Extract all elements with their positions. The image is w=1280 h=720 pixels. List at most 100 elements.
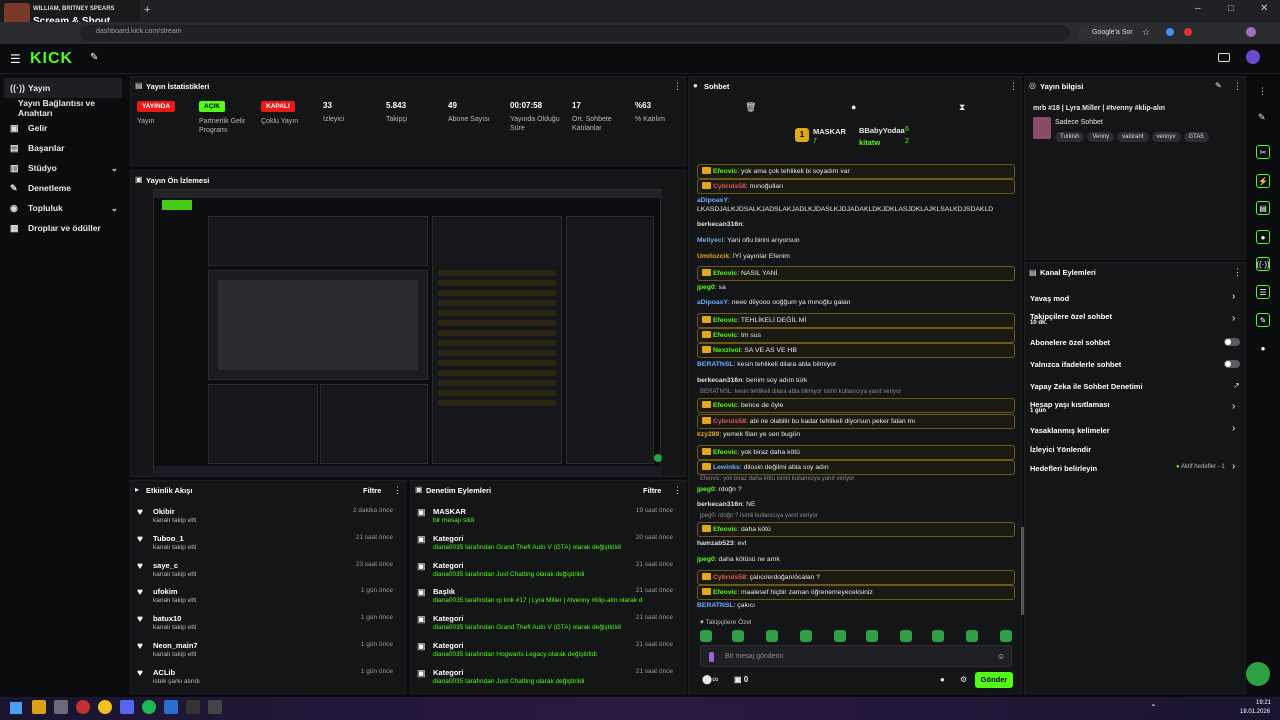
chat-username[interactable]: BERATNSL — [697, 361, 734, 368]
chat-username[interactable]: Efeovic — [713, 526, 737, 533]
emoji-icon[interactable]: ☺ — [997, 652, 1005, 661]
chat-message[interactable]: jpeg0: daha kötüsü ne amk — [697, 555, 1015, 564]
discord-icon[interactable] — [120, 700, 134, 714]
slow-mode[interactable]: Yavaş mod — [1030, 294, 1240, 303]
explorer-icon[interactable] — [32, 700, 46, 714]
chat-message[interactable]: BERATNSL: çakıcı — [697, 601, 1015, 610]
emote-icon[interactable] — [1000, 630, 1012, 642]
chat-username[interactable]: aDipoaxY — [697, 299, 728, 306]
more-icon[interactable]: ⋮ — [1233, 267, 1242, 278]
chevron-right-icon[interactable]: › — [1232, 423, 1235, 434]
chat-message[interactable]: BERATNSL: kesin tehlikeli dilara abla bi… — [697, 360, 1015, 369]
chat-username[interactable]: Cybruls58 — [713, 183, 746, 190]
chat-message[interactable]: Efeovic: TEHLİKELİ DEĞİL Mİ — [697, 313, 1015, 328]
chrome-icon[interactable] — [98, 700, 112, 714]
event-user[interactable]: ufokim — [153, 587, 178, 596]
sidebar-item-yayin[interactable]: ((·)) Yayın — [4, 78, 122, 98]
more-icon[interactable]: ⋮ — [673, 485, 682, 496]
emote-icon[interactable] — [834, 630, 846, 642]
tag[interactable]: GTA5 — [1183, 132, 1209, 142]
emote-icon[interactable] — [766, 630, 778, 642]
chat-username[interactable]: berkecan316n — [697, 501, 742, 508]
user-avatar[interactable] — [1246, 50, 1260, 64]
sidebar-item-stream-key[interactable]: Yayın Bağlantısı ve Anahtarı — [0, 98, 128, 118]
emote-icon[interactable] — [732, 630, 744, 642]
chat-input[interactable]: Bir mesaj gönderin ☺ — [700, 645, 1012, 667]
event-user[interactable]: Neon_main7 — [153, 641, 198, 650]
emote-only-chat[interactable]: Yalnızca ifadelerle sohbet — [1030, 360, 1240, 369]
chat-message[interactable]: Cybruls58: mınoğulları — [697, 179, 1015, 194]
external-link-icon[interactable]: ↗ — [1233, 381, 1240, 390]
chat-username[interactable]: berkecan316n — [697, 221, 742, 228]
spotify-icon[interactable] — [142, 700, 156, 714]
ai-moderation[interactable]: Yapay Zeka ile Sohbet Denetimi — [1030, 382, 1240, 391]
chevron-right-icon[interactable]: › — [1232, 291, 1235, 302]
sidebar-item-studyo[interactable]: ▥ Stüdyo ⌄ — [0, 158, 128, 178]
chat-message[interactable]: aDipoaxY: neee diiyooo ooğğum ya mınoğlu… — [697, 298, 1015, 307]
pin-icon[interactable]: ✎ — [90, 52, 98, 63]
sidebar-item-denetleme[interactable]: ✎ Denetleme — [0, 178, 128, 198]
menu-icon[interactable]: ☰ — [10, 52, 21, 66]
emote-icon[interactable] — [700, 630, 712, 642]
edit-icon[interactable]: ✎ — [1258, 112, 1266, 123]
chat-message[interactable]: hamzab523: evt — [697, 539, 1015, 548]
chat-settings-icon[interactable]: ● — [940, 675, 945, 684]
rail-people-icon[interactable]: ● — [1256, 341, 1270, 355]
chat-username[interactable]: BERATNSL — [697, 602, 734, 609]
more-icon[interactable]: ⋮ — [673, 81, 682, 92]
kick-logo[interactable]: KICK — [30, 50, 73, 68]
chat-username[interactable]: kzy289 — [697, 431, 719, 438]
url-field[interactable]: dashboard.kick.com/stream — [80, 25, 1070, 41]
new-tab-icon[interactable]: + — [144, 4, 150, 16]
emote-icon[interactable] — [900, 630, 912, 642]
chat-username[interactable]: Lewinks — [713, 464, 740, 471]
chat-message[interactable]: Mellyeci: Yani oflu birini arıyorsun — [697, 236, 1015, 245]
chat-message[interactable]: kzy289: yemek filan ye sen bugün — [697, 430, 1015, 439]
chevron-right-icon[interactable]: › — [1232, 313, 1235, 324]
more-icon[interactable]: ⋮ — [1233, 81, 1242, 92]
emote-icon[interactable] — [866, 630, 878, 642]
points-count[interactable]: ▣ 0 — [734, 675, 748, 684]
profile-avatar[interactable] — [1246, 27, 1256, 37]
event-user[interactable]: Okibir — [153, 507, 175, 516]
tag[interactable]: Venny — [1087, 132, 1115, 142]
send-button[interactable]: Gönder — [975, 672, 1013, 688]
event-user[interactable]: saye_c — [153, 561, 178, 570]
chat-message[interactable]: berkecan316n: — [697, 220, 1015, 229]
minimize-icon[interactable]: – — [1195, 3, 1201, 14]
extension-icon[interactable] — [1166, 28, 1174, 36]
chat-username[interactable]: Mellyeci — [697, 237, 723, 244]
subs-only-chat[interactable]: Abonelere özel sohbet — [1030, 338, 1240, 347]
chat-message[interactable]: jpeg0: sa — [697, 283, 1015, 292]
chat-message[interactable]: Cybruls58: çalıcı/erdoğan/öcalan ? — [697, 570, 1015, 585]
tag[interactable]: vennyv — [1151, 132, 1181, 142]
chat-username[interactable]: Nexzivol — [713, 347, 741, 354]
support-chat-icon[interactable] — [1246, 662, 1270, 686]
chat-message[interactable]: Efeovic: daha kötü — [697, 522, 1015, 537]
chat-message[interactable]: Efeovic: tm sus — [697, 328, 1015, 343]
rail-wrench-icon[interactable]: ✎ — [1256, 313, 1270, 327]
more-icon[interactable]: ⋮ — [1258, 86, 1267, 97]
rail-doc-icon[interactable]: ▤ — [1256, 201, 1270, 215]
banned-words[interactable]: Yasaklanmış kelimeler — [1030, 426, 1240, 435]
chat-username[interactable]: Efeovic — [713, 270, 737, 277]
event-user[interactable]: ACLib — [153, 668, 175, 677]
stream-preview-video[interactable] — [153, 189, 662, 476]
rail-chat-icon[interactable]: ● — [1256, 230, 1270, 244]
chat-message[interactable]: jpeg0: rdoğn ? — [697, 485, 1015, 494]
chat-message[interactable]: Efeovic: yok biraz daha kötü — [697, 445, 1015, 460]
chat-username[interactable]: Cybruls58 — [713, 418, 746, 425]
close-icon[interactable]: ✕ — [1260, 3, 1268, 14]
chat-message[interactable]: Efeovic: bence de öyle — [697, 398, 1015, 413]
gamepad-icon[interactable] — [1218, 53, 1230, 62]
chat-username[interactable]: jpeg0 — [697, 556, 715, 563]
chat-username[interactable]: Efeovic — [713, 317, 737, 324]
more-icon[interactable]: ⋮ — [1009, 81, 1018, 92]
rail-clip-icon[interactable]: ✂ — [1256, 145, 1270, 159]
emote-only-toggle[interactable] — [1224, 360, 1240, 368]
sidebar-item-basarilar[interactable]: ▤ Başarılar — [0, 138, 128, 158]
tag[interactable]: Turkish — [1055, 132, 1085, 142]
star-icon[interactable]: ☆ — [1142, 27, 1150, 38]
chat-username[interactable]: Umitozcik — [697, 253, 729, 260]
steam-icon[interactable] — [208, 700, 222, 714]
